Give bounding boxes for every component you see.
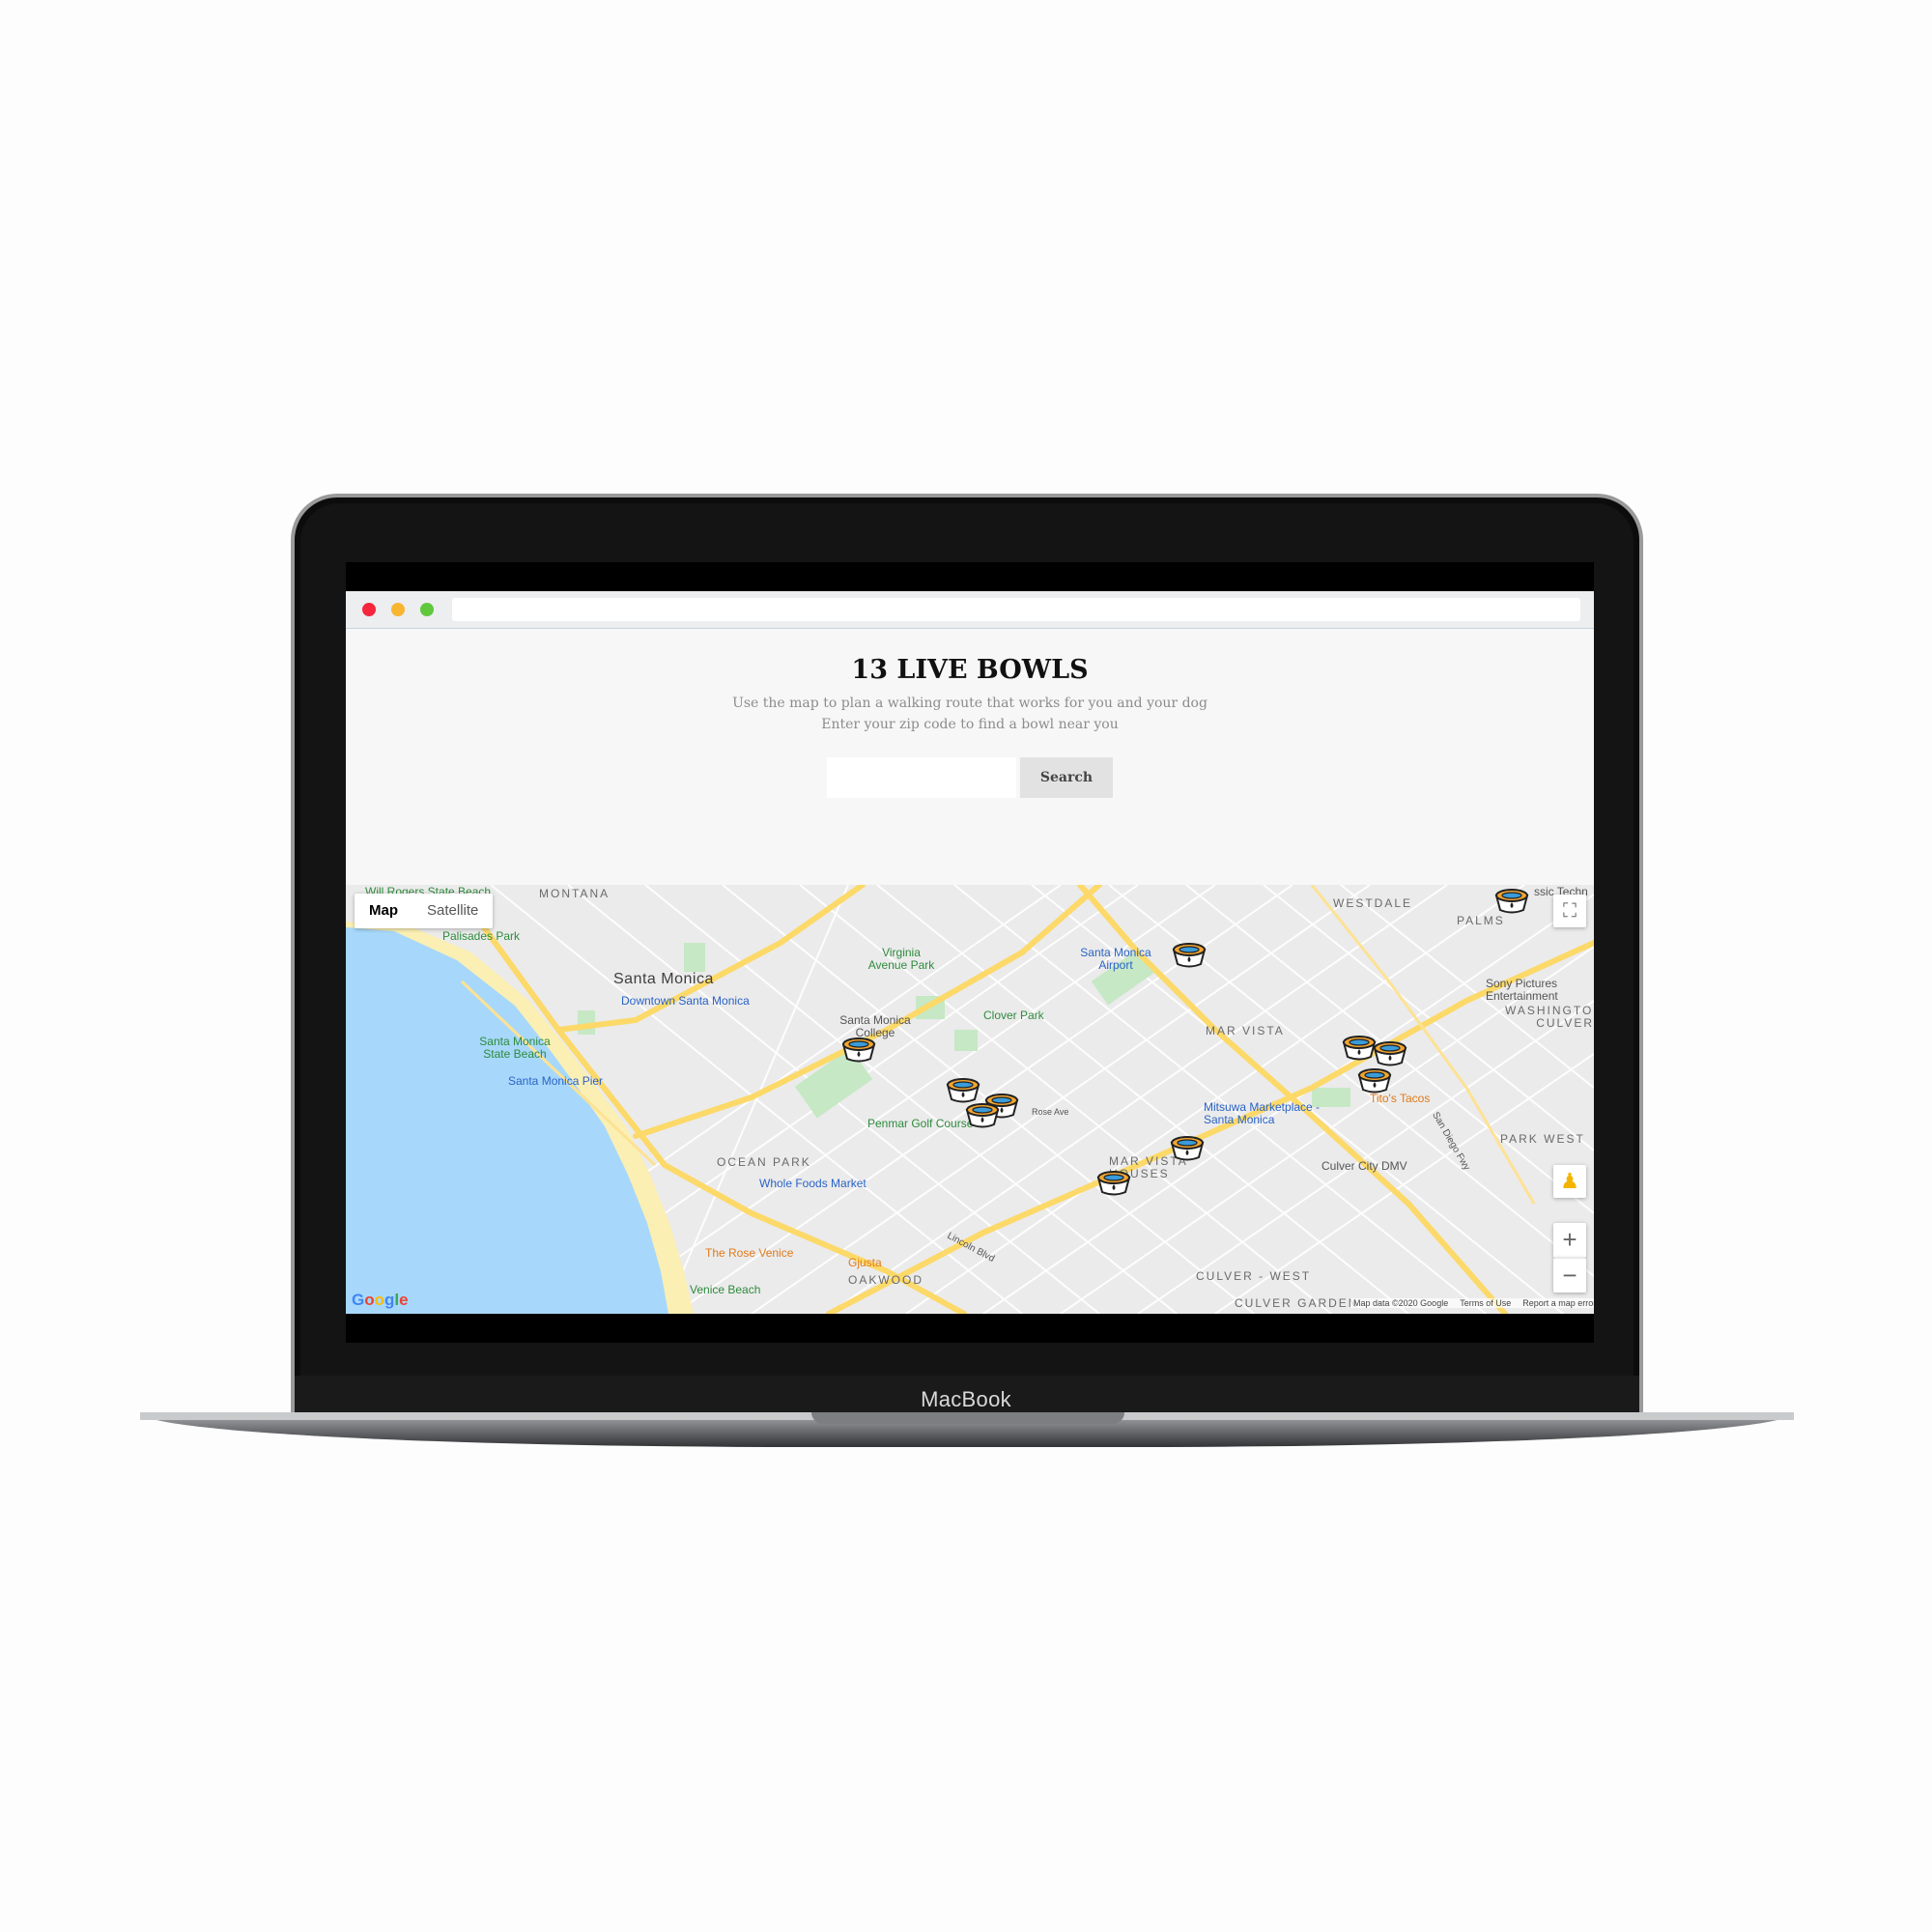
page-instructions: Enter your zip code to find a bowl near … xyxy=(821,717,1119,732)
zip-search-input[interactable] xyxy=(827,757,1016,798)
laptop-screen: 13 LIVE BOWLS Use the map to plan a walk… xyxy=(346,562,1594,1343)
map-label-culver-garden: CULVER GARDEN xyxy=(1235,1296,1359,1310)
map-label-palisades-park: Palisades Park xyxy=(442,929,521,943)
map-label-oakwood: OAKWOOD xyxy=(848,1273,924,1287)
window-zoom-button[interactable] xyxy=(420,603,434,616)
browser-toolbar xyxy=(346,591,1594,629)
map-view[interactable]: Will Rogers State Beach MONTANA WESTDALE… xyxy=(346,885,1594,1314)
map-label-sony: Sony Pictures Entertainment xyxy=(1486,977,1558,1003)
map-data-credit: Map data ©2020 Google xyxy=(1353,1298,1449,1308)
map-type-map-button[interactable]: Map xyxy=(355,894,412,928)
map-label-whole-foods: Whole Foods Market xyxy=(759,1177,867,1190)
google-logo: Google xyxy=(352,1291,409,1309)
terms-link[interactable]: Terms of Use xyxy=(1460,1298,1511,1308)
page-title: 13 LIVE BOWLS xyxy=(851,655,1089,685)
map-label-airport: Santa Monica Airport xyxy=(1080,946,1151,972)
zoom-control: + − xyxy=(1553,1223,1586,1293)
address-bar[interactable] xyxy=(452,598,1580,621)
dog-bowl-icon[interactable] xyxy=(840,1034,877,1063)
map-label-penmar: Penmar Golf Course xyxy=(867,1117,974,1130)
laptop-brand-label: MacBook xyxy=(921,1387,1011,1411)
fullscreen-icon[interactable]: ⛶ xyxy=(1553,895,1586,927)
map-label-titos: Tito's Tacos xyxy=(1370,1092,1431,1105)
dog-bowl-icon[interactable] xyxy=(1372,1037,1408,1066)
map-type-satellite-button[interactable]: Satellite xyxy=(412,894,493,928)
dog-bowl-icon[interactable] xyxy=(1493,885,1530,914)
map-label-rose-ave: Rose Ave xyxy=(1032,1107,1069,1117)
dog-bowl-icon[interactable] xyxy=(1169,1132,1206,1161)
map-label-virginia-park: Virginia Avenue Park xyxy=(867,946,935,972)
zoom-in-button[interactable]: + xyxy=(1553,1223,1586,1258)
map-label-sm-state-beach: Santa Monica State Beach xyxy=(479,1035,551,1061)
map-label-mitsuwa: Mitsuwa Marketplace - Santa Monica xyxy=(1204,1100,1321,1126)
map-label-downtown-sm: Downtown Santa Monica xyxy=(621,994,750,1008)
map-label-mar-vista: MAR VISTA xyxy=(1206,1024,1285,1037)
dog-bowl-icon[interactable] xyxy=(1171,939,1208,968)
map-label-rose-venice: The Rose Venice xyxy=(705,1246,794,1260)
map-label-clover-park: Clover Park xyxy=(983,1009,1044,1022)
map-label-santa-monica: Santa Monica xyxy=(613,971,714,987)
window-minimize-button[interactable] xyxy=(391,603,405,616)
map-label-park-west: PARK WEST xyxy=(1500,1132,1585,1146)
window-close-button[interactable] xyxy=(362,603,376,616)
dog-bowl-icon[interactable] xyxy=(1095,1167,1132,1196)
dog-bowl-icon[interactable] xyxy=(1356,1065,1393,1094)
map-type-control: Map Satellite xyxy=(355,894,494,928)
laptop-notch xyxy=(811,1412,1124,1424)
browser-window: 13 LIVE BOWLS Use the map to plan a walk… xyxy=(346,591,1594,1314)
map-label-ocean-park: OCEAN PARK xyxy=(717,1155,811,1169)
page-subtitle: Use the map to plan a walking route that… xyxy=(732,696,1208,711)
map-label-westdale: WESTDALE xyxy=(1333,896,1413,910)
map-label-culver-dmv: Culver City DMV xyxy=(1321,1159,1407,1173)
report-error-link[interactable]: Report a map error xyxy=(1522,1298,1594,1308)
map-attribution: Map data ©2020 Google Terms of Use Report … xyxy=(1350,1298,1594,1308)
dog-bowl-icon[interactable] xyxy=(964,1099,1001,1128)
map-label-montana: MONTANA xyxy=(539,887,611,900)
map-label-culver-west: CULVER - WEST xyxy=(1196,1269,1312,1283)
search-button[interactable]: Search xyxy=(1020,757,1113,798)
pegman-icon[interactable]: ♟ xyxy=(1553,1165,1586,1198)
map-label-sm-pier: Santa Monica Pier xyxy=(508,1074,604,1088)
map-label-venice-beach: Venice Beach xyxy=(690,1283,761,1296)
map-label-gjusta: Gjusta xyxy=(848,1256,882,1269)
map-label-washington-culver: WASHINGTON CULVER xyxy=(1505,1004,1594,1030)
map-label-palms: PALMS xyxy=(1457,914,1505,927)
zoom-out-button[interactable]: − xyxy=(1553,1258,1586,1293)
